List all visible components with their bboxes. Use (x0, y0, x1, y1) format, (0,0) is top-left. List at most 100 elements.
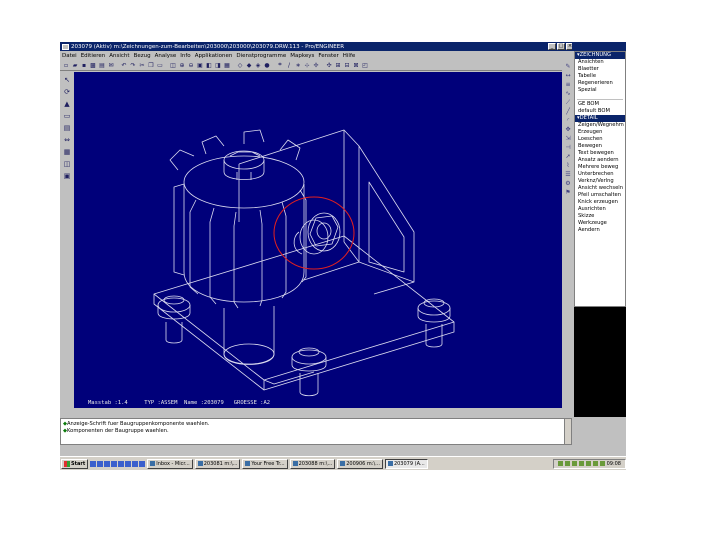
save-copy-icon[interactable]: ▩ (89, 61, 97, 69)
tool-a-icon[interactable]: ✣ (325, 61, 333, 69)
task-203079-active[interactable]: 203079 (A... (384, 458, 428, 469)
menu-mapkeys[interactable]: Mapkeys (290, 53, 314, 59)
menu-item-tabelle[interactable]: Tabelle (575, 73, 625, 80)
title-bar[interactable]: 203079 (Aktiv) m:\Zeichnungen-zum-Bearbe… (60, 42, 626, 51)
break-tool-icon[interactable]: ⊣ (564, 145, 572, 151)
layers-icon[interactable]: ▦ (223, 61, 231, 69)
email-icon[interactable]: ✉ (107, 61, 115, 69)
menu-fenster[interactable]: Fenster (318, 53, 338, 59)
no-hidden-icon[interactable]: ◈ (254, 61, 262, 69)
sheet-up-icon[interactable]: ▲ (62, 99, 72, 108)
menu-item-bewegen[interactable]: Bewegen (575, 143, 625, 150)
modify-tool-icon[interactable]: ⚑ (564, 190, 572, 196)
tool-c-icon[interactable]: ⊟ (343, 61, 351, 69)
menu-item-default-bom[interactable]: default BOM (575, 108, 625, 115)
tool-e-icon[interactable]: ◰ (361, 61, 369, 69)
task-203088[interactable]: 203088 m:\... (289, 458, 336, 469)
menu-datei[interactable]: Datei (62, 53, 77, 59)
move-tool-icon[interactable]: ✥ (564, 127, 572, 133)
tool-d-icon[interactable]: ⊠ (352, 61, 360, 69)
task-200906[interactable]: 200906 m:\... (337, 458, 383, 469)
quicklaunch-icon[interactable] (125, 460, 132, 467)
open-folder-icon[interactable]: ▰ (71, 61, 79, 69)
tray-icon[interactable] (557, 461, 563, 466)
menu-hilfe[interactable]: Hilfe (343, 53, 356, 59)
message-scrollbar[interactable] (564, 418, 572, 445)
menu-item-zeigen[interactable]: Zeigen/Wegnehm (575, 122, 625, 129)
clock[interactable]: 09:08 (607, 461, 621, 467)
align-tool-icon[interactable]: ☰ (564, 172, 572, 178)
menu-header-detail[interactable]: ▾DETAIL (575, 115, 625, 122)
quicklaunch-icon[interactable] (132, 460, 139, 467)
menu-item-ansicht-wechseln[interactable]: Ansicht wechseln (575, 185, 625, 192)
arrow-tool-icon[interactable]: ➚ (564, 154, 572, 160)
menu-item-erzeugen[interactable]: Erzeugen (575, 129, 625, 136)
zoom-out-icon[interactable]: ⊖ (187, 61, 195, 69)
symbol-icon[interactable]: ◫ (62, 159, 72, 168)
shading-icon[interactable]: ● (263, 61, 271, 69)
menu-item-text-bewegen[interactable]: Text bewegen (575, 150, 625, 157)
tray-icon[interactable] (578, 461, 584, 466)
tool-b-icon[interactable]: ⊞ (334, 61, 342, 69)
wireframe-icon[interactable]: ◇ (236, 61, 244, 69)
menu-item-knick-erzeugen[interactable]: Knick erzeugen (575, 199, 625, 206)
mode-icon[interactable]: ⟳ (62, 87, 72, 96)
coord-sys-icon[interactable]: ⊹ (303, 61, 311, 69)
assembly-drawing[interactable] (74, 72, 562, 408)
paste-icon[interactable]: ▭ (156, 61, 164, 69)
quicklaunch-icon[interactable] (111, 460, 118, 467)
print-icon[interactable]: ▤ (98, 61, 106, 69)
zoom-in-icon[interactable]: ⊕ (178, 61, 186, 69)
menu-editieren[interactable]: Editieren (81, 53, 106, 59)
tray-icon[interactable] (564, 461, 570, 466)
menu-item-regenerieren[interactable]: Regenerieren (575, 80, 625, 87)
minimize-button[interactable]: _ (548, 43, 556, 50)
quicklaunch-icon[interactable] (104, 460, 111, 467)
sketch-tool-icon[interactable]: ⟋ (564, 100, 572, 106)
symbol-tool-icon[interactable]: ∿ (564, 91, 572, 97)
quicklaunch-icon[interactable] (97, 460, 104, 467)
quicklaunch-icon[interactable] (139, 460, 146, 467)
copy-icon[interactable]: ❐ (147, 61, 155, 69)
menu-info[interactable]: Info (180, 53, 190, 59)
arc-tool-icon[interactable]: ◜ (564, 118, 572, 124)
menu-item-pfeil-umschalten[interactable]: Pfeil umschalten (575, 192, 625, 199)
tools-icon[interactable]: ⚙ (564, 181, 572, 187)
menu-item-mehrere-beweg[interactable]: Mehrere beweg (575, 164, 625, 171)
tray-icon[interactable] (571, 461, 577, 466)
orient-icon[interactable]: ◧ (205, 61, 213, 69)
hidden-line-icon[interactable]: ◆ (245, 61, 253, 69)
repaint-icon[interactable]: ◫ (169, 61, 177, 69)
tray-icon[interactable] (592, 461, 598, 466)
dim-icon[interactable]: ↔ (564, 73, 572, 79)
menu-item-unterbrechen[interactable]: Unterbrechen (575, 171, 625, 178)
undo-icon[interactable]: ↶ (120, 61, 128, 69)
datum-planes-icon[interactable]: ⌗ (276, 61, 284, 69)
quicklaunch-icon[interactable] (118, 460, 125, 467)
menu-dienstprogramme[interactable]: Dienstprogramme (236, 53, 286, 59)
datum-points-icon[interactable]: ∗ (294, 61, 302, 69)
menu-item-skizze[interactable]: Skizze (575, 213, 625, 220)
view-icon[interactable]: ▣ (62, 171, 72, 180)
menu-bezug[interactable]: Bezug (134, 53, 151, 59)
redo-icon[interactable]: ↷ (129, 61, 137, 69)
fit-icon[interactable]: ▣ (196, 61, 204, 69)
menu-item-werkzeuge[interactable]: Werkzeuge (575, 220, 625, 227)
line-tool-icon[interactable]: ╱ (564, 109, 572, 115)
task-203081[interactable]: 203081 m:\... (194, 458, 241, 469)
spin-center-icon[interactable]: ✢ (312, 61, 320, 69)
menu-header-zeichnung[interactable]: ▾ZEICHNUNG (575, 52, 625, 59)
note-tool-icon[interactable]: ≡ (564, 82, 572, 88)
task-inbox[interactable]: Inbox - Micr... (147, 458, 193, 469)
start-button[interactable]: Start (61, 458, 89, 469)
menu-item-ge-bom[interactable]: GE BOM (575, 101, 625, 108)
table-icon[interactable]: ▦ (62, 147, 72, 156)
jog-tool-icon[interactable]: ⌇ (564, 163, 572, 169)
pen-icon[interactable]: ✎ (564, 64, 572, 70)
menu-item-verknz[interactable]: Verknz/Verlng (575, 178, 625, 185)
menu-item-loeschen[interactable]: Loeschen (575, 136, 625, 143)
menu-item-blaetter[interactable]: Blaetter (575, 66, 625, 73)
dimension-icon[interactable]: ⇔ (62, 135, 72, 144)
tray-icon[interactable] (585, 461, 591, 466)
menu-item-spezial[interactable]: Spezial (575, 87, 625, 94)
